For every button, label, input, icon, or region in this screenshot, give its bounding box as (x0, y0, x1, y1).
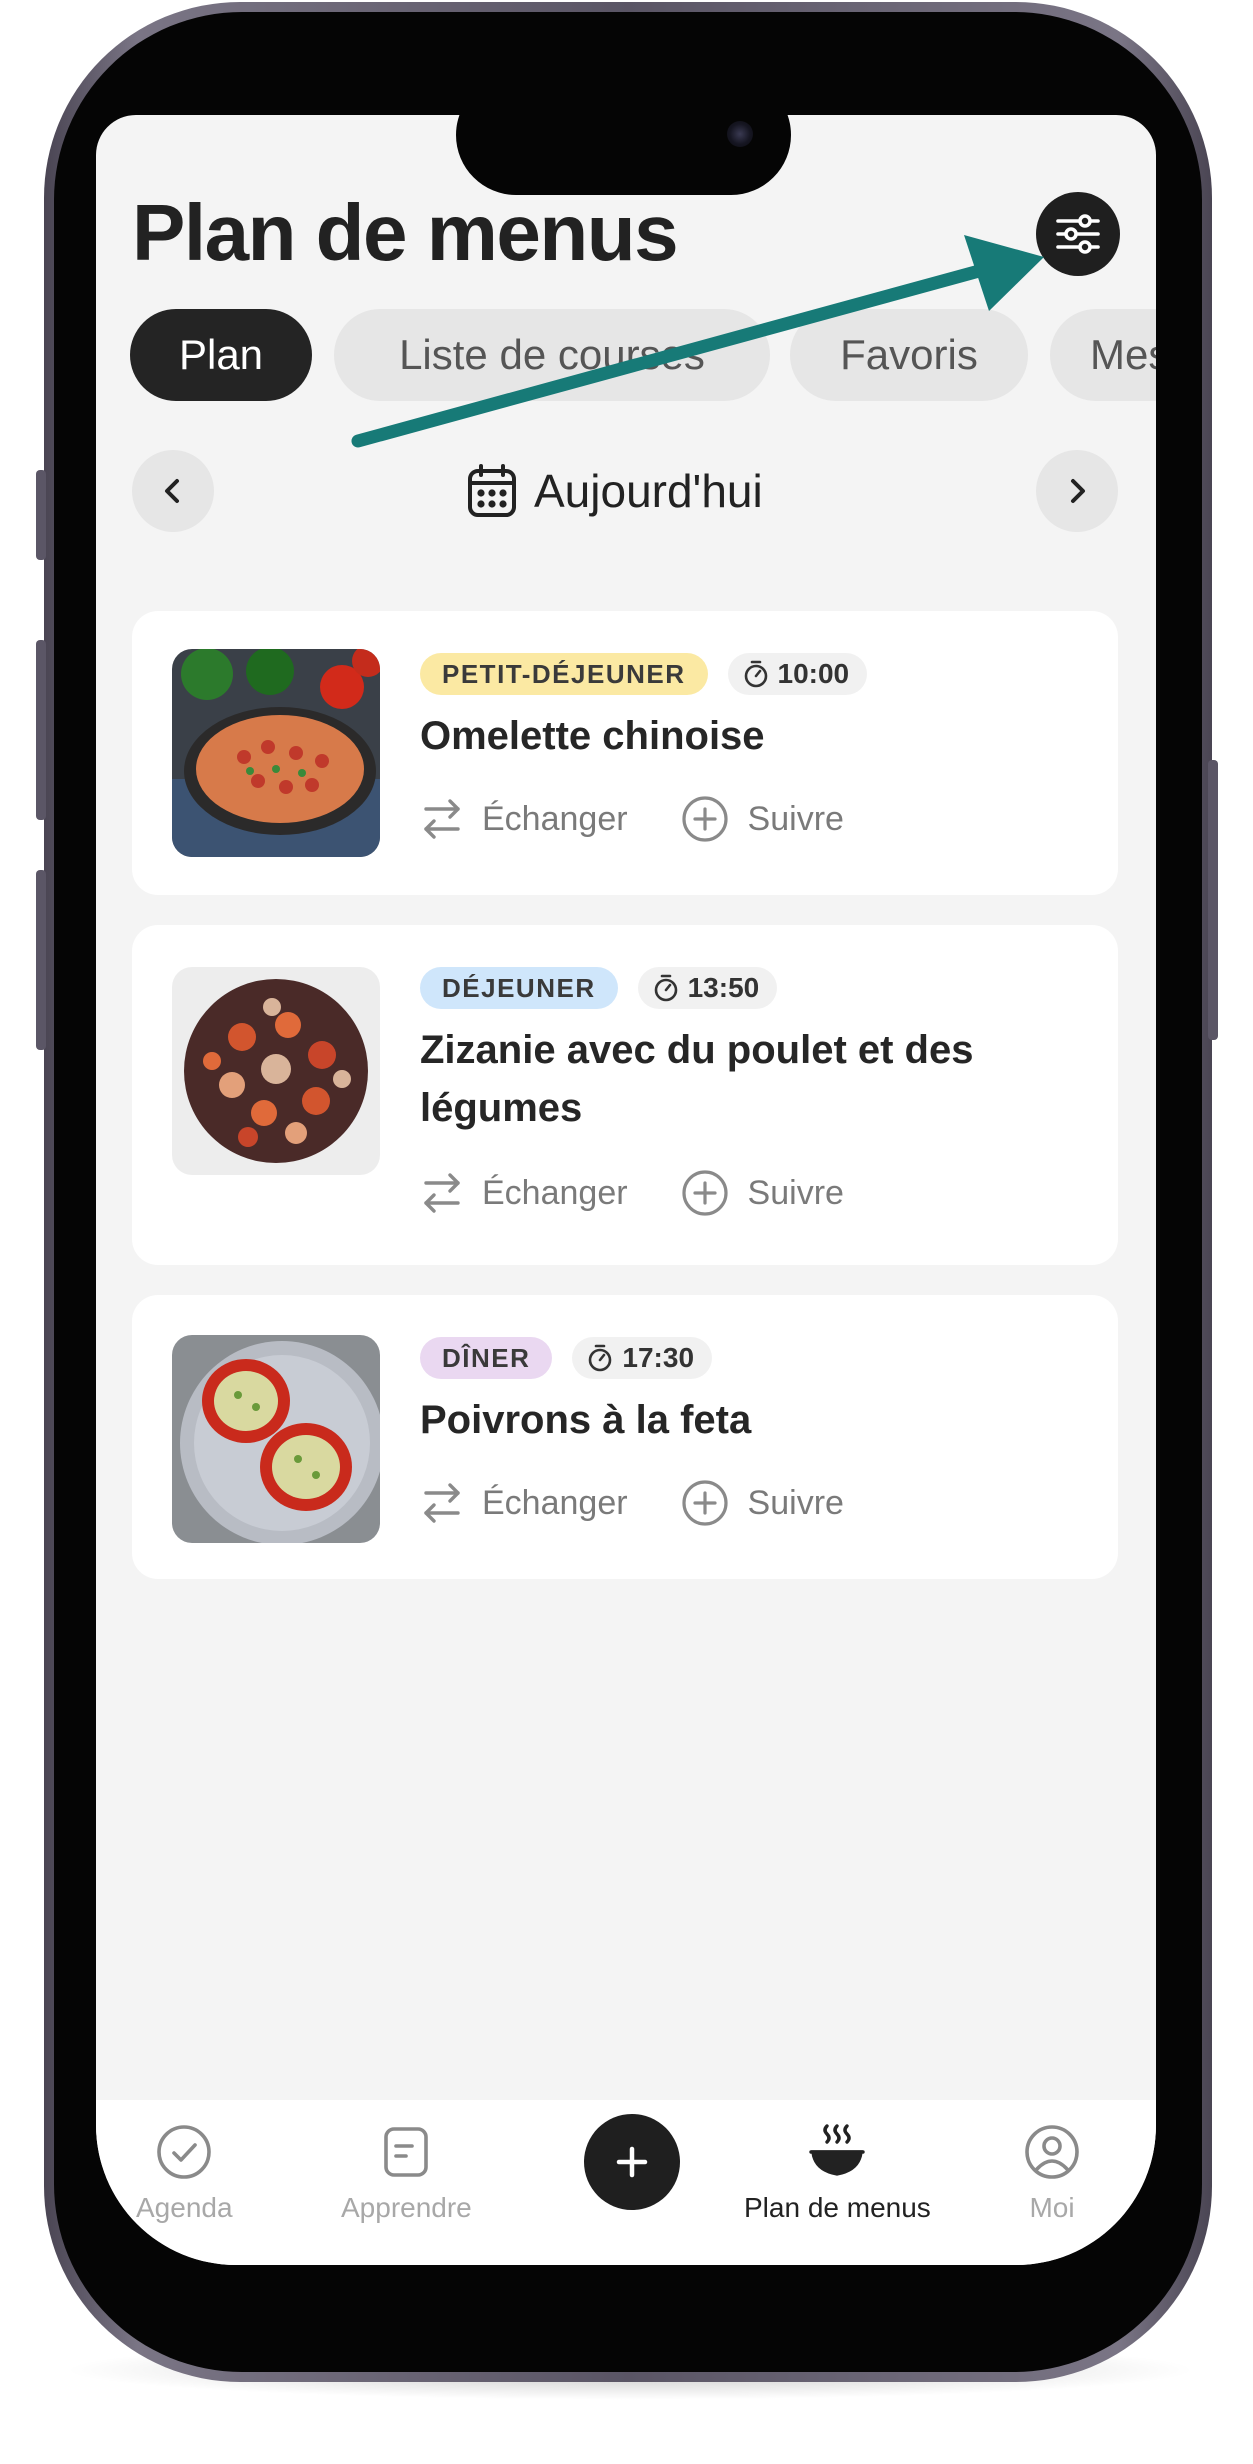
document-icon (384, 2127, 429, 2177)
meal-type-badge: PETIT-DÉJEUNER (420, 653, 708, 695)
page-title: Plan de menus (132, 188, 679, 277)
mute-switch (36, 470, 46, 560)
bottom-nav: Agenda Apprendre Plan de menus Moi (96, 2100, 1156, 2265)
chevron-left-icon (165, 479, 179, 503)
swap-button[interactable]: Échanger (420, 797, 628, 841)
nav-agenda-label: Agenda (136, 2192, 233, 2223)
bowl-icon (809, 2124, 866, 2176)
tab-mes[interactable]: Mes (1050, 309, 1156, 401)
sliders-icon (1056, 214, 1100, 254)
plus-circle-icon (681, 1480, 728, 1526)
user-icon (1025, 2125, 1079, 2179)
meal-actions: Échanger Suivre (420, 1475, 844, 1531)
camera-icon (727, 121, 753, 147)
meal-image (172, 1335, 380, 1543)
swap-button[interactable]: Échanger (420, 1171, 628, 1215)
meal-badges: DÎNER 17:30 (420, 1337, 713, 1379)
nav-me[interactable]: Moi (1022, 2122, 1082, 2224)
time-badge: 17:30 (572, 1337, 713, 1379)
meal-title: Zizanie avec du poulet et des légumes (420, 1028, 974, 1130)
tab-plan[interactable]: Plan (130, 309, 312, 401)
meal-title: Poivrons à la feta (420, 1398, 752, 1442)
follow-button[interactable]: Suivre (680, 1168, 844, 1218)
check-circle-icon (157, 2125, 212, 2179)
stopwatch-icon (589, 1344, 612, 1372)
tab-shopping-list[interactable]: Liste de courses (334, 309, 770, 401)
swap-label: Échanger (482, 1173, 628, 1212)
swap-arrows-icon (424, 1483, 460, 1523)
follow-label: Suivre (747, 799, 844, 838)
meal-type-badge: DÉJEUNER (420, 967, 618, 1009)
plus-circle-icon (681, 796, 728, 842)
app-screen: Plan de menus Plan Liste de courses Favo… (96, 115, 1156, 2265)
meal-card[interactable]: DÉJEUNER 13:50 Zizanie avec du poulet et… (132, 925, 1118, 1265)
power-button (1208, 760, 1218, 1040)
meal-title: Omelette chinoise (420, 714, 765, 758)
filter-settings-button[interactable] (1036, 192, 1120, 276)
tab-favorites[interactable]: Favoris (790, 309, 1028, 401)
meal-badges: PETIT-DÉJEUNER 10:00 (420, 653, 868, 695)
tab-bar: Plan Liste de courses Favoris Mes (130, 309, 1156, 401)
nav-me-label: Moi (1029, 2192, 1075, 2223)
annotation-arrow-head (964, 235, 1044, 311)
tab-mes-label: Mes (1090, 331, 1156, 378)
stopwatch-icon (654, 974, 677, 1002)
plus-icon (616, 2146, 648, 2178)
time-label: 17:30 (622, 1342, 695, 1373)
swap-label: Échanger (482, 799, 628, 838)
meal-image (172, 649, 380, 857)
date-label: Aujourd'hui (534, 465, 763, 517)
volume-up-button (36, 640, 46, 820)
swap-arrows-icon (424, 1173, 460, 1213)
nav-meal-plan-label: Plan de menus (744, 2192, 931, 2223)
meal-badges: DÉJEUNER 13:50 (420, 967, 778, 1009)
swap-arrows-icon (424, 799, 460, 839)
swap-label: Échanger (482, 1483, 628, 1522)
meal-actions: Échanger Suivre (420, 791, 844, 847)
meal-type-badge: DÎNER (420, 1337, 553, 1379)
follow-label: Suivre (747, 1173, 844, 1212)
follow-label: Suivre (747, 1483, 844, 1522)
nav-agenda[interactable]: Agenda (136, 2122, 233, 2224)
meal-actions: Échanger Suivre (420, 1165, 844, 1221)
nav-learn-label: Apprendre (341, 2192, 472, 2223)
add-button[interactable] (584, 2114, 680, 2210)
time-label: 13:50 (687, 972, 760, 1003)
meal-image (172, 967, 380, 1175)
volume-down-button (36, 870, 46, 1050)
swap-button[interactable]: Échanger (420, 1481, 628, 1525)
meal-card[interactable]: DÎNER 17:30 Poivrons à la feta Échanger … (132, 1295, 1118, 1579)
next-day-button[interactable] (1036, 450, 1118, 532)
follow-button[interactable]: Suivre (680, 794, 844, 844)
meal-card[interactable]: PETIT-DÉJEUNER 10:00 Omelette chinoise É… (132, 611, 1118, 895)
time-label: 10:00 (777, 658, 850, 689)
plus-circle-icon (681, 1170, 728, 1216)
stage: Plan de menus Plan Liste de courses Favo… (0, 0, 1253, 2464)
chevron-right-icon (1071, 479, 1085, 503)
nav-meal-plan[interactable]: Plan de menus (744, 2122, 931, 2224)
dynamic-island (456, 115, 791, 195)
date-selector[interactable]: Aujourd'hui (466, 460, 763, 522)
stopwatch-icon (744, 660, 767, 688)
calendar-icon (468, 464, 516, 517)
follow-button[interactable]: Suivre (680, 1478, 844, 1528)
time-badge: 10:00 (727, 653, 868, 695)
time-badge: 13:50 (637, 967, 778, 1009)
previous-day-button[interactable] (132, 450, 214, 532)
nav-learn[interactable]: Apprendre (341, 2122, 472, 2224)
